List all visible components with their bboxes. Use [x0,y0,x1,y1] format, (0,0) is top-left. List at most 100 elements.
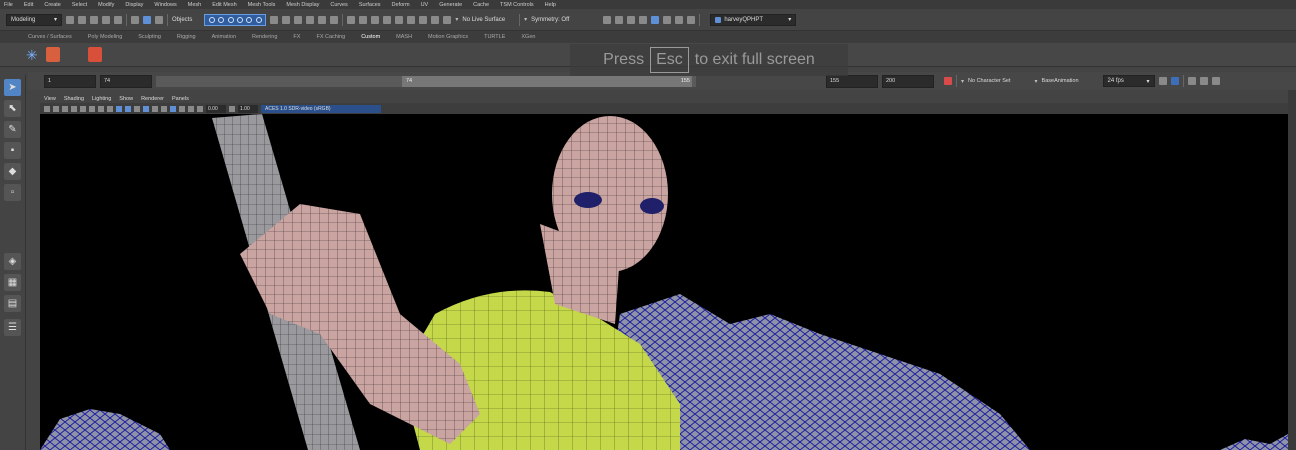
hypershade-icon[interactable] [651,15,660,24]
pause-icon[interactable] [687,15,696,24]
panel-menu-item[interactable]: Panels [172,96,189,102]
menu-item[interactable]: Deform [392,2,410,8]
field-chart-icon[interactable] [107,105,113,112]
menu-item[interactable]: Generate [439,2,462,8]
history-icon[interactable] [347,15,356,24]
open-scene-icon[interactable] [78,15,86,24]
menu-item[interactable]: Mesh Tools [248,2,276,8]
snap-plane-icon[interactable] [318,15,327,24]
shadows-icon[interactable] [152,105,158,112]
panel-menu-item[interactable]: Show [119,96,133,102]
live-surface-label[interactable]: No Live Surface [462,17,505,23]
four-view-icon[interactable]: ▦ [4,274,21,291]
shelf-tab[interactable]: Motion Graphics [428,34,468,40]
paint-select-icon[interactable]: ✎ [4,121,21,138]
playback-end-field[interactable]: 155 [826,74,878,88]
menu-item[interactable]: Edit [24,2,33,8]
speaker-icon[interactable] [1187,77,1196,85]
mask-icon[interactable] [218,16,225,23]
key-icon[interactable] [944,77,952,85]
settings-icon[interactable] [1199,77,1208,85]
chevron-down-icon[interactable]: ▾ [1035,78,1038,85]
scale-tool-icon[interactable]: ▫ [4,184,21,201]
shelf-tab[interactable]: MASH [396,34,412,40]
outliner-layout-icon[interactable]: ☰ [4,319,21,336]
new-scene-icon[interactable] [66,15,74,24]
rotate-tool-icon[interactable]: ◆ [4,163,21,180]
snap-grid-icon[interactable] [282,15,291,24]
menu-item[interactable]: Modify [98,2,114,8]
menu-item[interactable]: Create [44,2,61,8]
save-scene-icon[interactable] [90,15,98,24]
light-editor-icon[interactable] [675,15,684,24]
camera-tool-icon[interactable] [88,47,102,62]
paint-icon[interactable] [419,15,428,24]
select-tool-icon[interactable] [395,15,404,24]
right-scrollbar[interactable] [1288,90,1296,450]
xray-icon[interactable] [179,105,185,112]
menu-item[interactable]: Edit Mesh [212,2,236,8]
grid-icon[interactable] [71,105,77,112]
menu-item[interactable]: Mesh Display [286,2,319,8]
output-icon[interactable] [371,15,380,24]
bookmark-icon[interactable] [53,105,59,112]
range-slider-handle[interactable]: 74 [402,75,692,87]
shelf-tab[interactable]: Custom [361,34,380,40]
component-mode-icon[interactable] [155,15,163,24]
lasso-icon[interactable] [407,15,416,24]
menu-item[interactable]: Mesh [188,2,201,8]
chevron-down-icon[interactable]: ▾ [524,16,527,23]
shelf-tab[interactable]: Animation [212,34,236,40]
construction-history-icon[interactable] [383,15,392,24]
shelf-tab[interactable]: FX [293,34,300,40]
hierarchy-mode-icon[interactable] [131,15,139,24]
render-setup-icon[interactable] [663,15,672,24]
menu-item[interactable]: Select [72,2,87,8]
menu-item[interactable]: Display [125,2,143,8]
mask-icon[interactable] [255,16,262,23]
menu-item[interactable]: TSM Controls [500,2,534,8]
render-view-icon[interactable] [603,15,612,24]
snap-point-icon[interactable] [306,15,315,24]
preferences-icon[interactable] [1211,77,1220,85]
exposure-field[interactable]: 0.00 [206,104,226,113]
gamma-icon[interactable] [229,105,235,112]
playback-start-field[interactable]: 74 [100,74,152,88]
menu-item[interactable]: Help [545,2,556,8]
shelf-tab[interactable]: TURTLE [484,34,505,40]
textured-icon[interactable] [134,105,140,112]
redo-icon[interactable] [114,15,122,24]
ao-icon[interactable] [161,105,167,112]
lock-icon[interactable] [270,15,279,24]
shelf-tab[interactable]: Rendering [252,34,277,40]
chevron-down-icon[interactable]: ▾ [455,16,458,23]
menu-item[interactable]: Cache [473,2,489,8]
mask-icon[interactable] [227,16,234,23]
loop-icon[interactable] [1158,77,1167,85]
start-frame-field[interactable]: 1 [44,74,96,88]
shelf-tab[interactable]: FX Caching [316,34,345,40]
lasso-select-icon[interactable]: ⬉ [4,100,21,117]
snap-surface-icon[interactable] [330,15,339,24]
chevron-down-icon[interactable]: ▾ [961,78,964,85]
menuset-dropdown[interactable]: Modeling ▾ [6,13,62,26]
render-settings-icon[interactable] [639,15,648,24]
shelf-tab[interactable]: Sculpting [138,34,161,40]
input-icon[interactable] [359,15,368,24]
shelf-tab[interactable]: Curves / Surfaces [28,34,72,40]
film-gate-icon[interactable] [80,105,86,112]
shelf-tab[interactable]: Rigging [177,34,196,40]
snap-curve-icon[interactable] [294,15,303,24]
xray-joints-icon[interactable] [188,105,194,112]
asterisk-tool-icon[interactable]: ✳ [26,48,40,62]
move-tool-icon[interactable]: ▪ [4,142,21,159]
panel-menu-item[interactable]: Renderer [141,96,164,102]
exposure-icon[interactable] [197,105,203,112]
single-view-icon[interactable]: ◈ [4,253,21,270]
shelf-tab[interactable]: XGen [521,34,535,40]
panel-menu-item[interactable]: View [44,96,56,102]
character-set-dropdown[interactable]: No Character Set [968,78,1011,84]
mask-icon[interactable] [209,16,215,23]
custom-tool-icon[interactable] [46,47,60,62]
tweak-icon[interactable] [431,15,440,24]
